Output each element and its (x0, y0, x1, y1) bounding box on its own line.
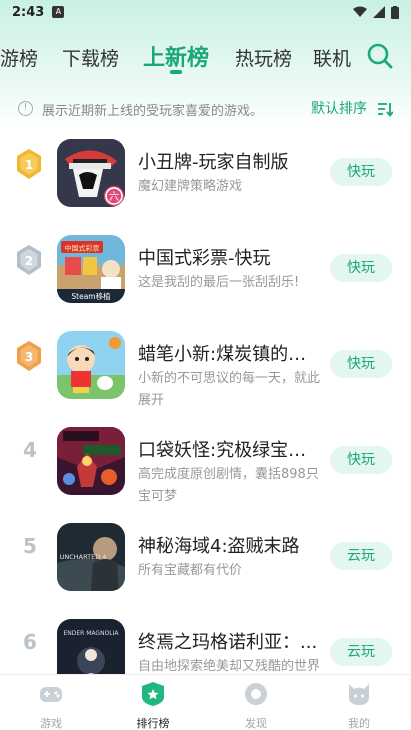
discover-icon (245, 683, 267, 705)
nav-label: 发现 (245, 717, 267, 730)
bronze-medal-icon: 3 (17, 341, 41, 371)
rank-number: 2 (25, 254, 33, 268)
list-item[interactable]: 4 口袋妖怪:究极绿宝石... 高完成度原创剧情，囊括898只宝可梦 快玩 (0, 416, 411, 512)
active-tab-indicator (170, 70, 182, 74)
top-tabs: 游榜 下载榜 上新榜 热玩榜 联机 (0, 36, 411, 80)
info-row: ! 展示近期新上线的受玩家喜爱的游戏。 默认排序 (0, 96, 411, 122)
balatro-icon: 六 (57, 139, 125, 207)
tab-download-rank[interactable]: 下载榜 (62, 44, 119, 71)
list-item[interactable]: 2 中国式彩票 Steam移植 中国式彩票-快玩 这是我刮的最后一张刮刮乐! 快… (0, 224, 411, 320)
ender-magnolia-icon: ENDER MAGNOLIA (57, 619, 125, 674)
quick-play-button[interactable]: 快玩 (330, 158, 392, 186)
list-item[interactable]: 3 蜡笔小新:煤炭镇的小... 小新的不可思议的每一天，就此展开 快玩 (0, 320, 411, 416)
pokemon-icon (57, 427, 125, 495)
icon-badge: Steam移植 (71, 291, 111, 301)
icon-caption: UNCHARTED 4 (60, 553, 107, 561)
game-desc: 这是我刮的最后一张刮刮乐! (138, 275, 300, 290)
status-icons (353, 5, 399, 19)
rank-number: 6 (23, 630, 37, 654)
game-desc: 所有宝藏都有代价 (138, 563, 243, 578)
svg-text:六: 六 (109, 191, 119, 203)
quick-play-button[interactable]: 快玩 (330, 254, 392, 282)
nav-games[interactable]: 游戏 (21, 681, 81, 730)
nav-label: 游戏 (40, 717, 62, 730)
game-desc: 魔幻建牌策略游戏 (138, 179, 243, 194)
list-item[interactable]: 6 ENDER MAGNOLIA 终焉之玛格诺利亚：... 自由地探索绝美却又残… (0, 608, 411, 674)
game-desc: 自由地探索绝美却又残酷的世界 (138, 659, 321, 674)
profile-icon (349, 684, 369, 705)
game-list: 1 六 小丑牌-玩家自制版 魔幻建牌策略游戏 快玩 2 中国式彩票 Steam移… (0, 128, 411, 674)
signal-icon (373, 6, 385, 18)
rank-number: 1 (25, 158, 33, 172)
info-icon: ! (18, 101, 33, 116)
rank-number: 4 (23, 438, 37, 462)
info-text: 展示近期新上线的受玩家喜爱的游戏。 (42, 104, 264, 119)
rank-number: 5 (23, 534, 37, 558)
sort-button[interactable]: 默认排序 (311, 98, 367, 118)
quick-play-button[interactable]: 快玩 (330, 446, 392, 474)
notification-icon: A (52, 6, 65, 18)
nav-label: 我的 (348, 717, 370, 730)
icon-caption: 中国式彩票 (65, 244, 100, 253)
nav-profile[interactable]: 我的 (329, 681, 389, 730)
game-desc: 高完成度原创剧情，囊括898只宝可梦 (138, 467, 319, 504)
icon-caption: ENDER MAGNOLIA (63, 630, 119, 637)
crayon-shinchan-icon (57, 331, 125, 399)
cloud-play-button[interactable]: 云玩 (330, 638, 392, 666)
status-time: 2:43 (12, 4, 45, 20)
game-title: 神秘海域4:盗贼末路 (138, 536, 300, 557)
uncharted-icon: UNCHARTED 4 (57, 523, 125, 591)
cloud-play-button[interactable]: 云玩 (330, 542, 392, 570)
tab-hot-rank[interactable]: 热玩榜 (235, 44, 292, 71)
bottom-nav: 游戏 排行榜 发现 我的 (0, 674, 411, 730)
status-bar: 2:43 A (0, 0, 411, 24)
nav-label: 排行榜 (136, 717, 170, 730)
tab-new-rank[interactable]: 上新榜 (143, 40, 209, 72)
sort-icon[interactable] (377, 101, 393, 117)
wifi-icon (353, 6, 367, 17)
silver-medal-icon: 2 (17, 245, 41, 275)
ranking-icon (142, 682, 164, 706)
list-item[interactable]: 1 六 小丑牌-玩家自制版 魔幻建牌策略游戏 快玩 (0, 128, 411, 224)
tab-multiplayer[interactable]: 联机 (313, 44, 351, 71)
game-title: 中国式彩票-快玩 (138, 248, 271, 269)
gold-medal-icon: 1 (17, 149, 41, 179)
quick-play-button[interactable]: 快玩 (330, 350, 392, 378)
game-title: 终焉之玛格诺利亚：... (138, 632, 318, 653)
nav-ranking[interactable]: 排行榜 (123, 681, 183, 730)
game-title: 小丑牌-玩家自制版 (138, 152, 289, 173)
battery-icon (391, 5, 399, 19)
gamepad-icon (40, 687, 62, 702)
search-icon[interactable] (366, 42, 394, 70)
list-item[interactable]: 5 UNCHARTED 4 神秘海域4:盗贼末路 所有宝藏都有代价 云玩 (0, 512, 411, 608)
nav-discover[interactable]: 发现 (226, 681, 286, 730)
game-desc: 小新的不可思议的每一天，就此展开 (138, 371, 321, 408)
lottery-icon: 中国式彩票 Steam移植 (57, 235, 125, 303)
tab-games-rank[interactable]: 游榜 (0, 44, 38, 71)
rank-number: 3 (25, 350, 33, 364)
game-title: 蜡笔小新:煤炭镇的小... (138, 344, 323, 365)
game-title: 口袋妖怪:究极绿宝石... (138, 440, 323, 461)
